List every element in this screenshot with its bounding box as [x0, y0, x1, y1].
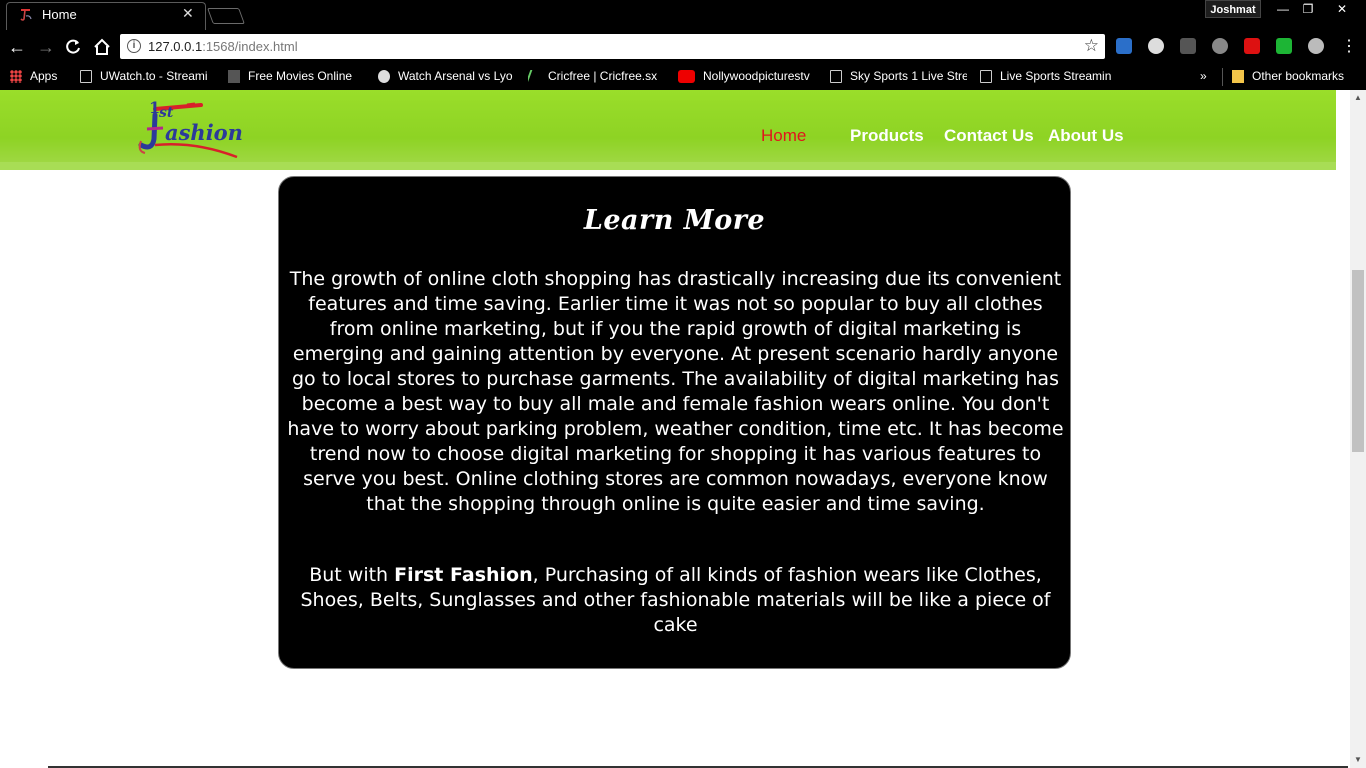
bookmark-label: Free Movies Online — [248, 69, 353, 83]
bookmark-label: Sky Sports 1 Live Stre — [850, 69, 967, 83]
menu-kebab-icon[interactable]: ⋮ — [1338, 36, 1360, 58]
extension-football-icon[interactable] — [1148, 38, 1164, 54]
back-icon[interactable]: ← — [6, 36, 28, 58]
new-tab-button[interactable] — [207, 8, 245, 24]
url-host: 127.0.0.1 — [148, 39, 203, 54]
extension-pdf-icon[interactable] — [1244, 38, 1260, 54]
nav-products[interactable]: Products — [850, 126, 924, 146]
page-scrollbar[interactable]: ▲ ▼ — [1350, 90, 1366, 768]
learn-more-heading: Learn More — [583, 205, 766, 236]
learn-more-card: Learn More The growth of online cloth sh… — [278, 176, 1071, 669]
home-icon[interactable] — [92, 37, 112, 57]
bookmark-label: UWatch.to - Streami — [100, 69, 208, 83]
page-icon — [980, 70, 992, 84]
youtube-icon — [678, 70, 695, 84]
bookmarks-overflow-button[interactable]: » — [1200, 68, 1207, 86]
address-bar[interactable]: i 127.0.0.1:1568/index.html ☆ — [120, 34, 1105, 59]
tab-close-icon[interactable]: ✕ — [182, 5, 194, 22]
bookmark-cricfree[interactable]: Cricfree | Cricfree.sx — [528, 68, 665, 86]
extension-sync-icon[interactable] — [1212, 38, 1228, 54]
extension-java-icon[interactable] — [1180, 38, 1196, 54]
svg-text:st: st — [159, 105, 174, 121]
cricket-bat-icon — [528, 70, 543, 84]
scroll-down-arrow-icon[interactable]: ▼ — [1350, 752, 1366, 768]
browser-tab-strip: Home ✕ Joshmat — ❐ ✕ — [0, 0, 1366, 30]
browser-toolbar: ← → i 127.0.0.1:1568/index.html ☆ ⋮ — [0, 30, 1366, 63]
bookmarks-divider — [1222, 68, 1223, 86]
bookmark-live-sports[interactable]: Live Sports Streamin — [980, 68, 1115, 86]
forward-icon[interactable]: → — [35, 36, 57, 58]
learn-more-paragraph-1: The growth of online cloth shopping has … — [287, 268, 1064, 515]
nav-about-us[interactable]: About Us — [1048, 126, 1124, 146]
bookmark-label: Watch Arsenal vs Lyo — [398, 69, 513, 83]
apps-grid-icon — [10, 70, 22, 84]
bookmark-arsenal[interactable]: Watch Arsenal vs Lyo — [378, 68, 515, 86]
url-path: :1568/index.html — [202, 39, 298, 54]
bookmark-free-movies[interactable]: Free Movies Online — [228, 68, 368, 86]
bookmark-label: Cricfree | Cricfree.sx — [548, 69, 658, 83]
bookmark-apps[interactable]: Apps — [10, 68, 57, 86]
bookmark-label: Live Sports Streamin — [1000, 69, 1112, 83]
folder-icon — [1232, 70, 1244, 84]
profile-button[interactable]: Joshmat — [1205, 0, 1261, 18]
extension-cast-icon[interactable] — [1116, 38, 1132, 54]
other-bookmarks-label: Other bookmarks — [1252, 69, 1345, 83]
film-icon — [228, 70, 240, 84]
site-favicon-icon — [20, 9, 32, 21]
extension-flag-icon[interactable] — [1276, 38, 1292, 54]
p2-intro: But with — [309, 564, 395, 586]
scrollbar-thumb[interactable] — [1352, 270, 1364, 452]
site-info-icon[interactable]: i — [127, 39, 141, 53]
minimize-button[interactable]: — — [1270, 0, 1296, 18]
nav-contact-us[interactable]: Contact Us — [944, 126, 1034, 146]
bookmark-star-icon[interactable]: ☆ — [1084, 36, 1099, 56]
url-text: 127.0.0.1:1568/index.html — [148, 39, 298, 54]
nav-home[interactable]: Home — [761, 126, 806, 146]
learn-more-paragraph-2: But with First Fashion, Purchasing of al… — [287, 563, 1064, 638]
page-icon — [80, 70, 92, 84]
brand-name: First Fashion — [394, 564, 533, 586]
first-fashion-logo[interactable]: st 1 ashion — [135, 95, 247, 165]
football-icon — [378, 70, 390, 84]
browser-tab[interactable] — [6, 2, 206, 30]
bookmark-nollywood[interactable]: Nollywoodpicturestv — [678, 68, 815, 86]
bookmark-label: Nollywoodpicturestv — [703, 69, 810, 83]
bookmarks-bar: Apps UWatch.to - Streami Free Movies Onl… — [0, 63, 1366, 90]
scroll-up-arrow-icon[interactable]: ▲ — [1350, 90, 1366, 106]
extension-cloud-icon[interactable] — [1308, 38, 1324, 54]
svg-text:ashion: ashion — [165, 120, 243, 145]
other-bookmarks[interactable]: Other bookmarks — [1232, 68, 1344, 86]
site-header: st 1 ashion Home Products Contact Us Abo… — [0, 90, 1336, 170]
tab-title: Home — [42, 7, 77, 22]
bookmark-sky-sports[interactable]: Sky Sports 1 Live Stre — [830, 68, 967, 86]
restore-button[interactable]: ❐ — [1296, 0, 1320, 18]
page-viewport: st 1 ashion Home Products Contact Us Abo… — [0, 90, 1350, 768]
close-window-button[interactable]: ✕ — [1322, 0, 1362, 18]
reload-icon[interactable] — [63, 37, 83, 57]
page-icon — [830, 70, 842, 84]
bookmark-uwatch[interactable]: UWatch.to - Streami — [80, 68, 215, 86]
bookmark-label: Apps — [30, 69, 58, 83]
